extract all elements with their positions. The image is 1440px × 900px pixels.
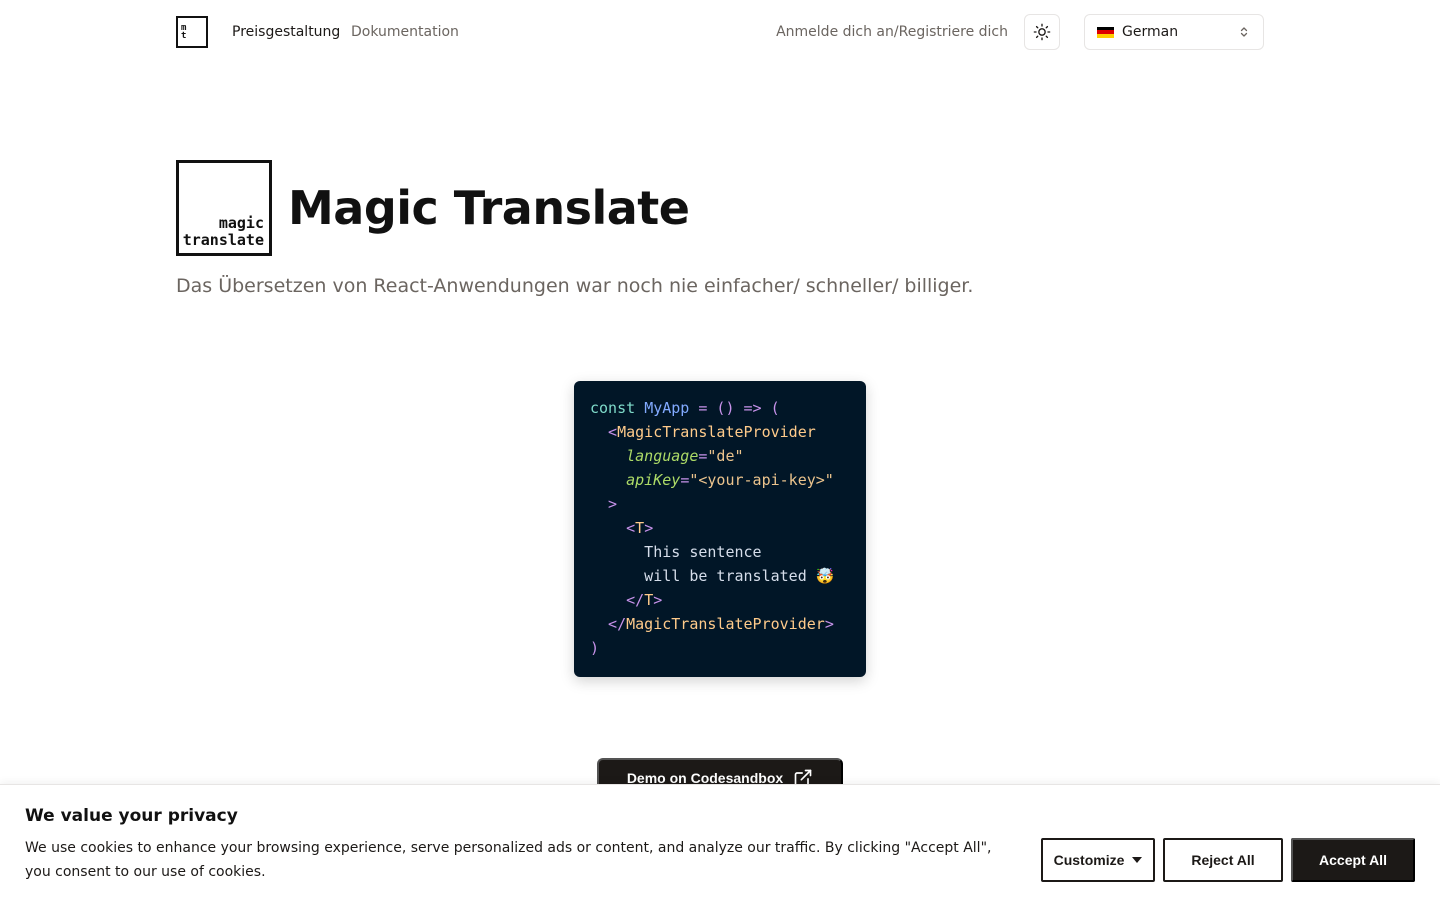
page-title: Magic Translate	[288, 181, 690, 235]
nav-logo[interactable]: m t	[176, 16, 208, 48]
code-token: "<your-api-key>"	[689, 471, 834, 489]
nav-link-pricing[interactable]: Preisgestaltung	[232, 23, 340, 41]
code-line: This sentence	[590, 540, 866, 564]
code-token: language	[626, 447, 699, 465]
cookie-text: We use cookies to enhance your browsing …	[25, 840, 992, 880]
customize-label: Customize	[1053, 852, 1125, 868]
de-flag-icon	[1097, 26, 1114, 38]
cookie-accept-all-button[interactable]: Accept All	[1291, 838, 1415, 882]
hero-logo: magic translate	[176, 160, 272, 256]
code-token: >	[644, 519, 654, 537]
code-token: will be translated 🤯	[590, 567, 835, 585]
hero-logo-line-2: translate	[182, 231, 264, 249]
theme-toggle-button[interactable]	[1024, 14, 1060, 50]
code-token: </	[590, 615, 627, 633]
code-line: </T>	[590, 588, 866, 612]
language-select-value: German	[1122, 24, 1179, 40]
code-token: <	[590, 519, 636, 537]
language-select[interactable]: German	[1084, 14, 1264, 50]
caret-down-icon	[1132, 857, 1143, 863]
cookie-reject-all-button[interactable]: Reject All	[1163, 838, 1283, 882]
page-subtitle: Das Übersetzen von React-Anwendungen war…	[176, 275, 974, 297]
code-token: </	[590, 591, 645, 609]
code-token: T	[644, 591, 654, 609]
cookie-consent-banner: We value your privacy We use cookies to …	[0, 784, 1440, 900]
nav-logo-line-2: t	[181, 31, 187, 41]
code-line: )	[590, 636, 866, 660]
code-token: T	[635, 519, 645, 537]
code-token: const	[590, 399, 645, 417]
code-line: language="de"	[590, 444, 866, 468]
code-line: <MagicTranslateProvider	[590, 420, 866, 444]
code-token: MagicTranslateProvider	[626, 615, 825, 633]
chevron-up-down-icon	[1240, 27, 1248, 37]
code-token: MagicTranslateProvider	[617, 423, 816, 441]
code-line: >	[590, 492, 866, 516]
hero-logo-line-1: magic	[218, 214, 264, 232]
code-token: = () => (	[689, 399, 780, 417]
code-example: const MyApp = () => ( <MagicTranslatePro…	[574, 381, 866, 677]
code-token: >	[824, 615, 834, 633]
cookie-title: We value your privacy	[25, 806, 238, 826]
sun-icon	[1033, 23, 1051, 41]
nav-link-docs[interactable]: Dokumentation	[351, 23, 459, 41]
code-line: const MyApp = () => (	[590, 396, 866, 420]
login-register-link[interactable]: Anmelde dich an/Registriere dich	[776, 23, 1008, 41]
code-token: >	[590, 495, 618, 513]
code-token: This sentence	[590, 543, 762, 561]
code-token: )	[590, 639, 600, 657]
code-token: MyApp	[644, 399, 690, 417]
code-token: >	[653, 591, 663, 609]
code-line: <T>	[590, 516, 866, 540]
code-line: will be translated 🤯	[590, 564, 866, 588]
code-token: apiKey	[626, 471, 681, 489]
cookie-customize-button[interactable]: Customize	[1041, 838, 1155, 882]
code-line: apiKey="<your-api-key>"	[590, 468, 866, 492]
code-token: =	[680, 471, 690, 489]
code-token: <	[590, 423, 618, 441]
code-token: "de"	[707, 447, 744, 465]
top-navigation: m t Preisgestaltung Dokumentation Anmeld…	[0, 0, 1440, 64]
code-line: </MagicTranslateProvider>	[590, 612, 866, 636]
